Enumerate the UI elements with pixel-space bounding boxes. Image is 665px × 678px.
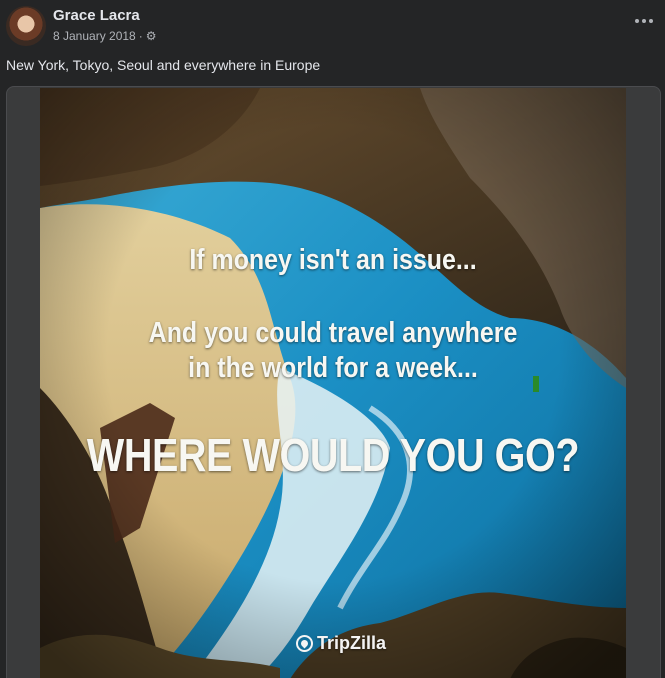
meta-separator: · [138,29,143,43]
image-text-line-2: And you could travel anywhere [148,317,518,349]
image-text-line-1: If money isn't an issue... [189,244,477,276]
facebook-post: Grace Lacra 8 January 2018 · ⚙ New York,… [0,0,665,678]
post-photo[interactable]: If money isn't an issue... And you could… [40,88,626,678]
tripzilla-watermark: TripZilla [296,633,386,654]
tripzilla-logo-icon [296,635,313,652]
gear-icon[interactable]: ⚙ [146,30,158,42]
image-text-line-3: in the world for a week... [188,352,478,384]
post-header: Grace Lacra 8 January 2018 · ⚙ [0,0,665,52]
post-date[interactable]: 8 January 2018 [53,29,136,43]
more-dot [635,19,639,23]
image-headline: WHERE WOULD YOU GO? [86,429,580,481]
post-caption: New York, Tokyo, Seoul and everywhere in… [6,57,321,73]
post-meta: 8 January 2018 · ⚙ [53,29,158,43]
author-name[interactable]: Grace Lacra [53,7,140,24]
brand-name: TripZilla [317,633,387,653]
more-dot [642,19,646,23]
more-dot [649,19,653,23]
author-avatar[interactable] [6,6,46,46]
more-options-icon[interactable] [633,10,655,32]
post-media-frame: If money isn't an issue... And you could… [6,86,661,678]
